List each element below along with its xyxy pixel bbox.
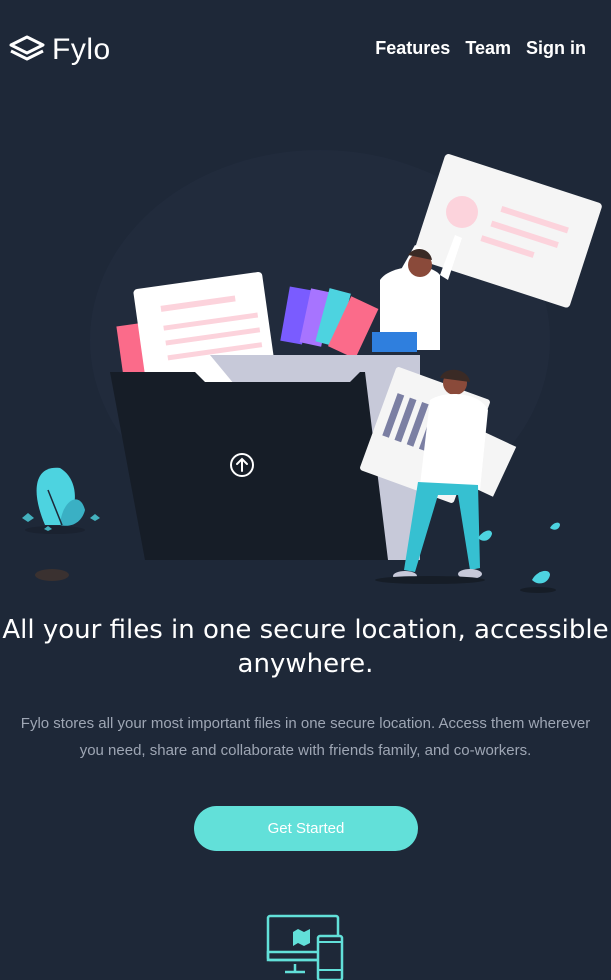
hero-headline: All your files in one secure location, a… [2, 615, 609, 679]
nav-team[interactable]: Team [465, 38, 511, 59]
plant-left [22, 467, 100, 581]
stacked-layers-icon [9, 35, 45, 61]
get-started-button[interactable]: Get Started [194, 806, 418, 851]
nav-sign-in[interactable]: Sign in [526, 38, 586, 59]
folder [110, 372, 388, 560]
logo[interactable]: Fylo [8, 30, 111, 70]
main-nav: Features Team Sign in [375, 38, 586, 59]
brand-name: Fylo [52, 33, 111, 66]
hero-illustration [22, 150, 602, 593]
access-anywhere-devices-icon [266, 914, 344, 980]
nav-features[interactable]: Features [375, 38, 450, 59]
hero-subtext: Fylo stores all your most important file… [20, 715, 591, 759]
site-header: Fylo Features Team Sign in [0, 0, 611, 98]
